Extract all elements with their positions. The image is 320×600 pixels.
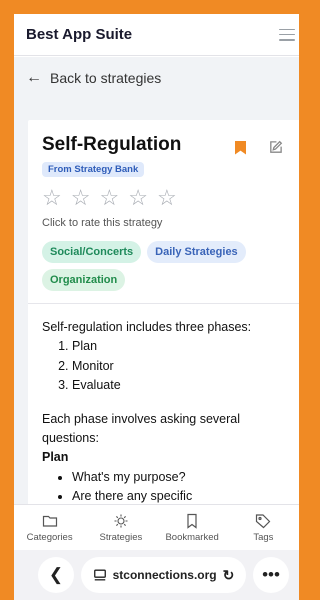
star-icon[interactable]: ☆: [42, 187, 62, 209]
rating-hint: Click to rate this strategy: [42, 217, 163, 229]
bookmark-icon[interactable]: [235, 140, 246, 155]
app-title: Best App Suite: [26, 26, 133, 43]
strategy-description: Self-regulation includes three phases: P…: [28, 304, 299, 504]
nav-categories[interactable]: Categories: [20, 513, 80, 543]
folder-icon: [42, 515, 57, 527]
tag-chip[interactable]: Social/Concerts: [42, 241, 142, 263]
chevron-left-icon: ❮: [48, 565, 64, 584]
main-content: ← Back to strategies Self-Regulation Fro…: [14, 57, 299, 504]
back-label: Back to strategies: [50, 70, 162, 86]
app-header: Best App Suite: [14, 14, 299, 56]
browser-back-button[interactable]: ❮: [38, 557, 74, 593]
star-icon[interactable]: ☆: [99, 187, 119, 209]
edit-icon[interactable]: [268, 140, 283, 155]
address-bar[interactable]: stconnections.org ↻: [80, 557, 247, 593]
lightbulb-icon: [114, 514, 128, 527]
nav-label: Strategies: [99, 531, 143, 543]
list-item: Evaluate: [72, 376, 285, 395]
nav-bookmarked[interactable]: Bookmarked: [162, 513, 222, 543]
bookmark-icon: [187, 513, 197, 529]
bottom-nav: Categories Strategies Bookmarked Tags: [14, 504, 299, 550]
tag-chip[interactable]: Organization: [42, 269, 126, 291]
back-link[interactable]: ← Back to strategies: [14, 57, 299, 99]
nav-strategies[interactable]: Strategies: [91, 513, 151, 543]
more-icon: •••: [262, 565, 280, 584]
phase-list: Plan Monitor Evaluate: [42, 337, 285, 395]
star-icon[interactable]: ☆: [71, 187, 91, 209]
nav-label: Bookmarked: [165, 531, 219, 543]
strategy-card-header: Self-Regulation From Strategy Bank ☆ ☆ ☆…: [28, 120, 299, 304]
nav-tags[interactable]: Tags: [233, 513, 293, 543]
list-item: Monitor: [72, 357, 285, 376]
nav-label: Tags: [253, 531, 274, 543]
strategy-card: Self-Regulation From Strategy Bank ☆ ☆ ☆…: [28, 120, 299, 504]
tag-list: Social/Concerts Daily Strategies Organiz…: [42, 241, 285, 291]
star-icon[interactable]: ☆: [128, 187, 148, 209]
url-text: stconnections.org: [112, 568, 217, 582]
list-item: Are there any specific: [72, 487, 285, 504]
source-badge: From Strategy Bank: [42, 162, 145, 177]
star-icon[interactable]: ☆: [157, 187, 177, 209]
tabs-icon: [93, 569, 106, 581]
intro-text: Self-regulation includes three phases:: [42, 320, 252, 334]
tag-icon: [256, 513, 271, 528]
question-list: What's my purpose? Are there any specifi…: [42, 468, 285, 504]
more-button[interactable]: •••: [253, 557, 289, 593]
tag-chip[interactable]: Daily Strategies: [147, 241, 246, 263]
reload-icon[interactable]: ↻: [223, 567, 235, 584]
arrow-left-icon: ←: [26, 69, 42, 86]
list-item: Plan: [72, 337, 285, 356]
paragraph: Each phase involves asking several quest…: [42, 411, 241, 445]
app-window: Best App Suite ← Back to strategies Self…: [14, 14, 299, 600]
section-heading: Plan: [42, 450, 69, 465]
browser-toolbar: ❮ stconnections.org ↻ •••: [14, 550, 299, 600]
nav-label: Categories: [26, 531, 73, 543]
menu-icon[interactable]: [279, 28, 295, 41]
rating-stars[interactable]: ☆ ☆ ☆ ☆ ☆: [42, 187, 285, 209]
list-item: What's my purpose?: [72, 468, 285, 487]
